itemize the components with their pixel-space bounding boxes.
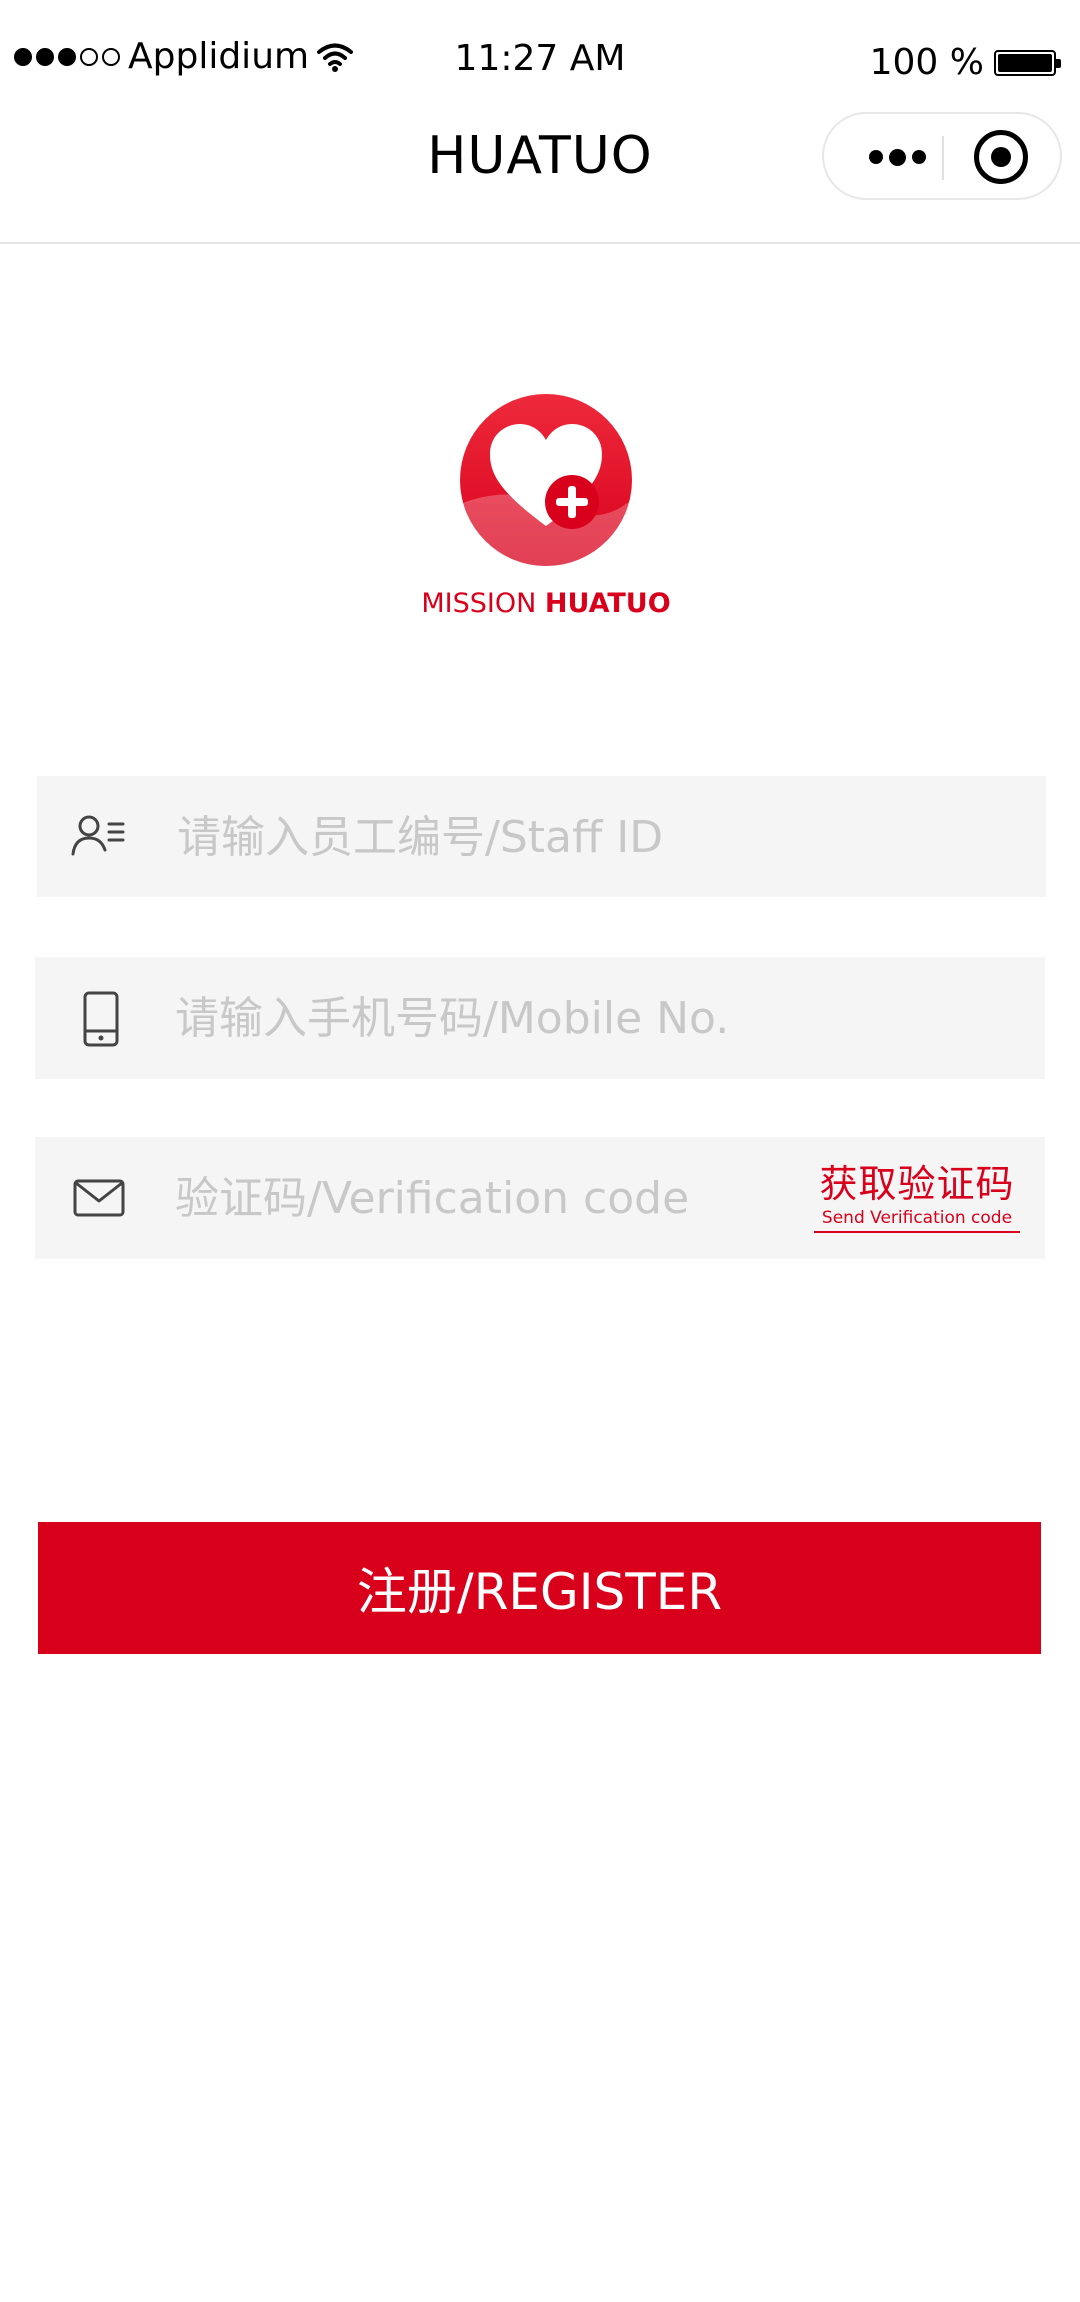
verification-code-input[interactable] xyxy=(175,1157,815,1239)
mobile-phone-icon xyxy=(83,991,119,1047)
staff-id-input[interactable] xyxy=(177,796,1017,878)
staff-id-field xyxy=(37,776,1046,897)
user-list-icon xyxy=(71,815,125,856)
capsule-divider xyxy=(942,136,944,180)
mini-program-capsule xyxy=(822,112,1062,200)
battery-percent: 100 % xyxy=(869,42,984,83)
send-code-label-en: Send Verification code xyxy=(814,1207,1020,1233)
brand-label: MISSION HUATUO xyxy=(0,588,1080,619)
status-right: 100 % xyxy=(869,42,1061,83)
brand-prefix: MISSION xyxy=(421,588,537,619)
brand-name: HUATUO xyxy=(544,588,671,619)
verification-code-field: 获取验证码 Send Verification code xyxy=(35,1137,1045,1259)
battery-icon xyxy=(994,49,1061,76)
nav-bar: HUATUO xyxy=(0,110,1080,244)
status-bar: Applidium 11:27 AM 100 % xyxy=(0,0,1080,110)
send-verification-code-link[interactable]: 获取验证码 Send Verification code xyxy=(814,1161,1020,1233)
register-button[interactable]: 注册/REGISTER xyxy=(38,1522,1041,1654)
mobile-input[interactable] xyxy=(175,977,1015,1059)
target-close-icon[interactable] xyxy=(974,130,1028,184)
more-dots-icon[interactable] xyxy=(852,142,942,172)
envelope-icon xyxy=(73,1179,125,1217)
battery-fill xyxy=(998,53,1052,72)
heart-cross-logo xyxy=(460,394,632,566)
mobile-field xyxy=(35,957,1045,1079)
send-code-label-zh: 获取验证码 xyxy=(819,1162,1015,1206)
